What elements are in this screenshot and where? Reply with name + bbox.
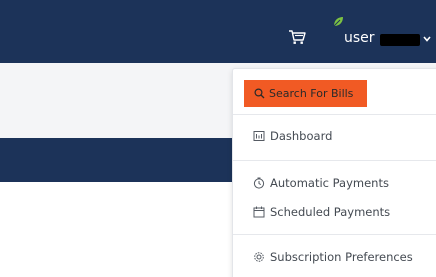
menu-item-scheduled-payments[interactable]: Scheduled Payments (253, 203, 390, 221)
menu-item-label: Automatic Payments (270, 176, 389, 190)
chevron-down-icon (423, 36, 431, 42)
clock-icon (253, 177, 265, 189)
redacted-username (380, 34, 420, 46)
user-name-label: user (344, 30, 375, 46)
user-dropdown-menu: Search For Bills Dashboard Automatic Pay… (232, 68, 436, 277)
menu-divider (233, 160, 436, 161)
search-for-bills-button[interactable]: Search For Bills (244, 80, 367, 107)
menu-item-label: Dashboard (270, 129, 333, 143)
search-icon (254, 88, 265, 99)
dashboard-icon (253, 131, 265, 141)
top-navigation-bar: user (0, 0, 436, 63)
user-menu[interactable]: user (332, 16, 436, 52)
page: user Search For Bills Dashboard Automati… (0, 0, 436, 277)
menu-item-label: Scheduled Payments (270, 205, 391, 219)
menu-item-automatic-payments[interactable]: Automatic Payments (253, 174, 389, 192)
cart-icon[interactable] (288, 29, 306, 45)
menu-item-dashboard[interactable]: Dashboard (253, 127, 332, 145)
menu-divider (233, 234, 436, 235)
search-for-bills-label: Search For Bills (269, 87, 354, 100)
calendar-icon (253, 206, 265, 218)
menu-divider (233, 114, 436, 115)
leaf-icon (333, 17, 343, 27)
gear-icon (254, 252, 264, 262)
menu-item-label: Subscription Preferences (270, 250, 413, 264)
menu-item-subscription-preferences[interactable]: Subscription Preferences (253, 248, 413, 266)
